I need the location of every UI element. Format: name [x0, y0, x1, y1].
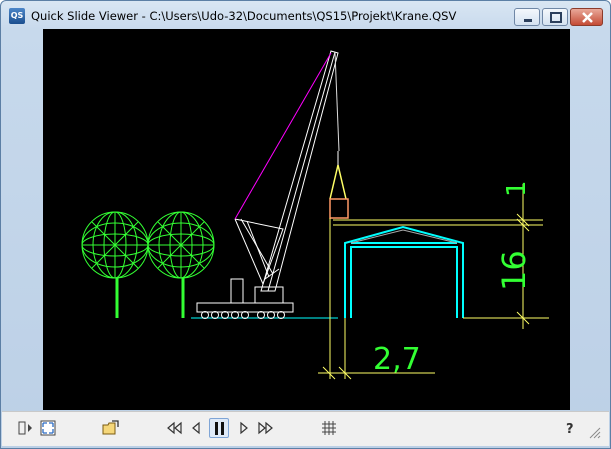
next-slide-icon [240, 421, 248, 435]
maximize-icon [550, 12, 562, 23]
maximize-button[interactable] [542, 8, 568, 26]
crane [196, 50, 340, 319]
pause-icon [215, 422, 224, 435]
last-slide-icon [258, 421, 273, 435]
tree-right [147, 211, 215, 318]
playback-toolbar: ? [2, 411, 609, 446]
load [329, 164, 349, 219]
app-icon[interactable]: QS [9, 8, 25, 24]
show-panel-icon [18, 421, 32, 435]
minimize-button[interactable] [514, 8, 540, 26]
resize-grip[interactable] [586, 424, 602, 440]
help-button[interactable]: ? [560, 418, 580, 438]
previous-slide-icon [192, 421, 200, 435]
window-title: Quick Slide Viewer - C:\Users\Udo-32\Doc… [31, 9, 457, 23]
first-slide-button[interactable] [165, 418, 185, 438]
minimize-icon [524, 19, 532, 22]
dimension-height-label: 16 [495, 250, 533, 291]
svg-text:?: ? [566, 422, 574, 437]
open-folder-icon [102, 420, 119, 435]
close-button[interactable] [570, 8, 603, 26]
dimension-width-label: 2,7 [373, 342, 421, 377]
show-panel-button[interactable] [16, 418, 36, 438]
slide-canvas[interactable]: 2,7 16 1 [43, 29, 570, 410]
resize-grip-icon [589, 427, 601, 439]
first-slide-icon [167, 421, 182, 435]
grid-button[interactable] [319, 418, 339, 438]
help-icon: ? [566, 422, 574, 437]
grid-icon [322, 421, 336, 435]
app-window: QS Quick Slide Viewer - C:\Users\Udo-32\… [0, 0, 611, 449]
fullscreen-button[interactable] [38, 418, 58, 438]
previous-slide-button[interactable] [186, 418, 206, 438]
pause-button[interactable] [209, 418, 229, 438]
tree-left [81, 211, 149, 318]
fullscreen-icon [40, 420, 56, 436]
cad-drawing: 2,7 16 1 [81, 50, 549, 380]
open-button[interactable] [101, 418, 121, 438]
next-slide-button[interactable] [234, 418, 254, 438]
close-icon [582, 12, 593, 23]
guy-line [234, 52, 332, 220]
last-slide-button[interactable] [255, 418, 275, 438]
dimension-top-label: 1 [502, 180, 532, 197]
title-bar[interactable]: QS Quick Slide Viewer - C:\Users\Udo-32\… [1, 1, 610, 31]
